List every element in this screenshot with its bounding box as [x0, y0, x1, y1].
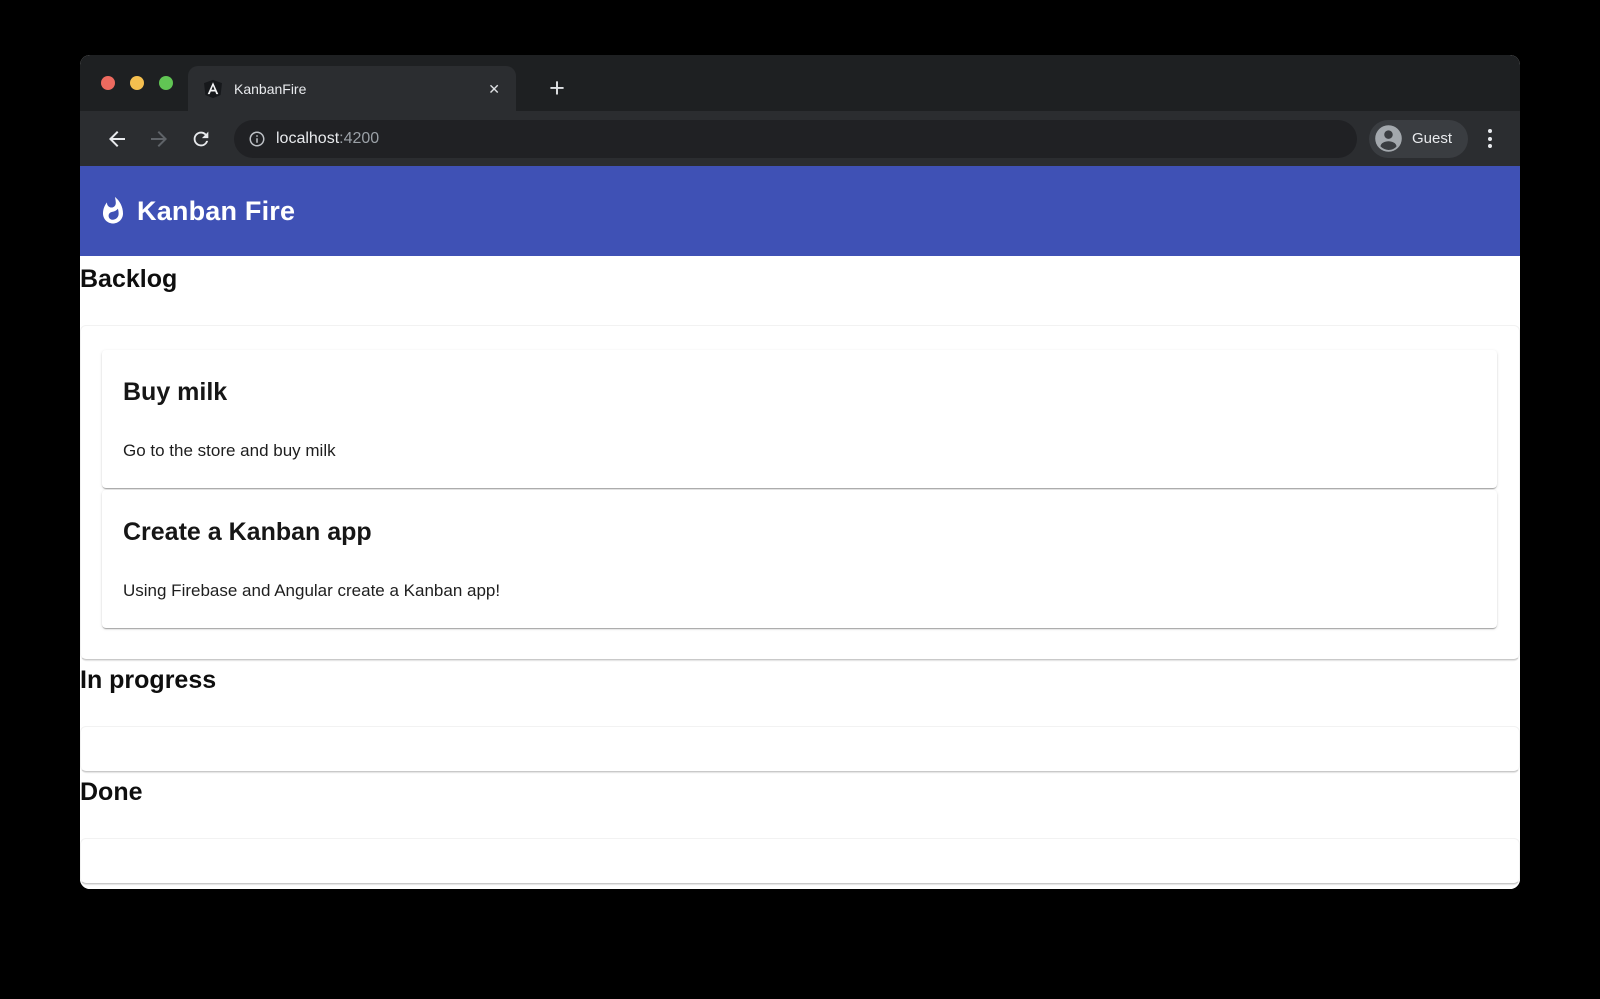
avatar-icon: [1374, 124, 1403, 153]
column-title-in-progress: In progress: [80, 662, 1520, 698]
task-description: Go to the store and buy milk: [123, 440, 1477, 462]
browser-menu-button[interactable]: [1480, 118, 1500, 160]
fire-icon: [98, 196, 128, 226]
reload-icon: [190, 128, 212, 150]
app-title: Kanban Fire: [137, 196, 295, 227]
arrow-forward-icon: [147, 127, 171, 151]
drop-list-backlog[interactable]: Buy milk Go to the store and buy milk Cr…: [80, 325, 1520, 660]
window-zoom-button[interactable]: [159, 76, 173, 90]
url-text: localhost:4200: [276, 130, 379, 148]
drop-list-in-progress[interactable]: [80, 726, 1520, 772]
task-description: Using Firebase and Angular create a Kanb…: [123, 580, 1477, 602]
info-icon: [248, 130, 266, 148]
back-button[interactable]: [96, 118, 138, 160]
window-minimize-button[interactable]: [130, 76, 144, 90]
kanban-board: Backlog Buy milk Go to the store and buy…: [80, 256, 1520, 889]
tab-close-icon[interactable]: ✕: [486, 80, 502, 98]
browser-toolbar: localhost:4200 Guest: [80, 111, 1520, 166]
plus-icon: +: [549, 73, 565, 104]
new-tab-button[interactable]: +: [536, 67, 578, 109]
column-title-backlog: Backlog: [80, 261, 1520, 297]
profile-button[interactable]: Guest: [1369, 120, 1468, 158]
desktop-background: KanbanFire ✕ + localhost:4200: [0, 0, 1600, 999]
url-host: localhost: [276, 130, 339, 147]
browser-tab[interactable]: KanbanFire ✕: [188, 66, 516, 111]
task-title: Create a Kanban app: [123, 517, 1477, 547]
kebab-dot: [1488, 129, 1492, 133]
kebab-dot: [1488, 144, 1492, 148]
angular-favicon-icon: [202, 78, 224, 100]
app-toolbar: Kanban Fire: [80, 166, 1520, 256]
address-bar[interactable]: localhost:4200: [234, 120, 1357, 158]
task-title: Buy milk: [123, 377, 1477, 407]
arrow-back-icon: [105, 127, 129, 151]
task-card[interactable]: Buy milk Go to the store and buy milk: [102, 350, 1497, 488]
tab-title: KanbanFire: [234, 81, 486, 97]
forward-button[interactable]: [138, 118, 180, 160]
browser-tab-strip: KanbanFire ✕ +: [80, 55, 1520, 111]
window-close-button[interactable]: [101, 76, 115, 90]
url-port: :4200: [339, 130, 379, 147]
window-controls: [101, 76, 173, 90]
profile-label: Guest: [1412, 130, 1452, 147]
column-title-done: Done: [80, 774, 1520, 810]
reload-button[interactable]: [180, 118, 222, 160]
drop-list-done[interactable]: [80, 838, 1520, 884]
kebab-dot: [1488, 137, 1492, 141]
browser-window: KanbanFire ✕ + localhost:4200: [80, 55, 1520, 889]
task-card[interactable]: Create a Kanban app Using Firebase and A…: [102, 490, 1497, 628]
